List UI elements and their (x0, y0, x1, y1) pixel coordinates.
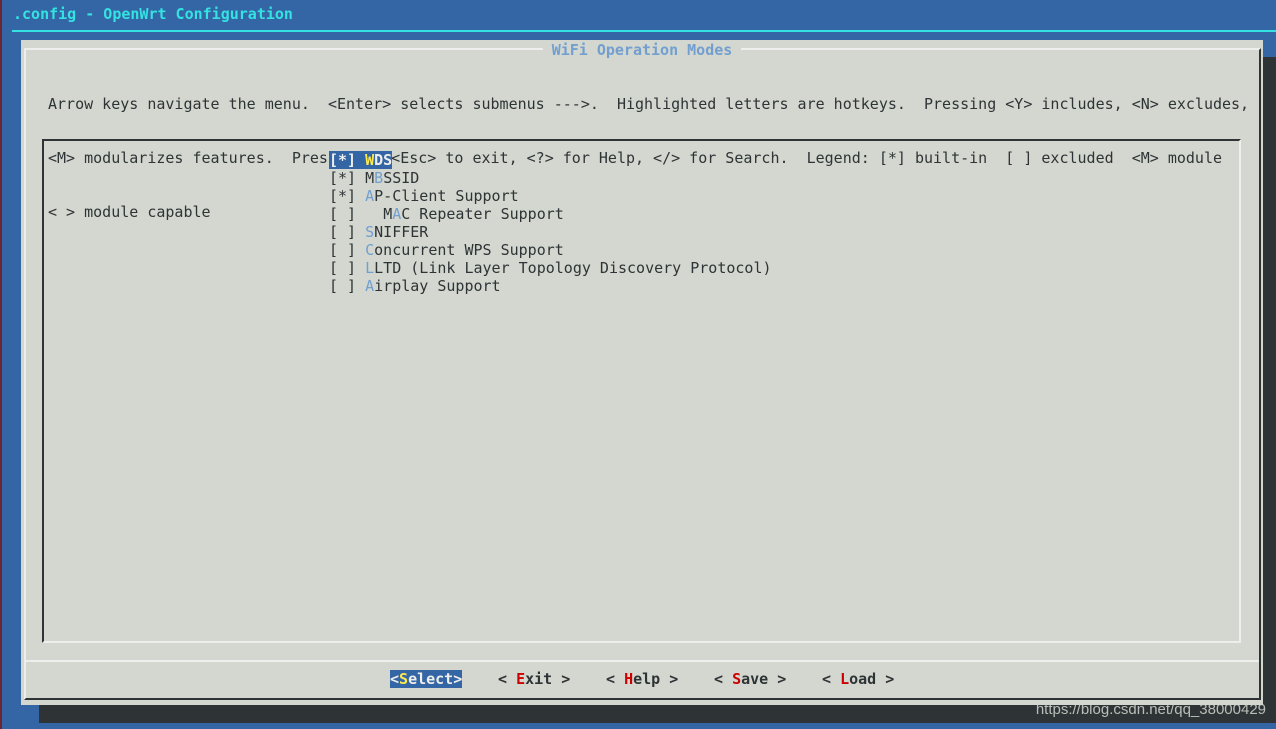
menu-item[interactable]: [ ] MAC Repeater Support (329, 205, 564, 223)
dialog: WiFi Operation Modes Arrow keys navigate… (21, 40, 1263, 705)
checkbox-state: [*] (329, 187, 357, 205)
label-rest: C Repeater Support (401, 205, 564, 223)
window-edge (0, 0, 2, 729)
menu-item-label: [ ] MAC Repeater Support (329, 205, 564, 223)
hotkey-letter: L (840, 670, 850, 688)
label-rest: SSID (383, 169, 420, 187)
label-prefix: M (383, 205, 393, 223)
hotkey-letter: E (516, 670, 526, 688)
hotkey-letter: B (374, 169, 384, 187)
menu-item-label: [*] MBSSID (329, 169, 419, 187)
menu-item-label: [*] WDS (329, 151, 393, 169)
button-bracket: < (390, 670, 400, 688)
hotkey-letter: S (399, 670, 409, 688)
checkbox-state: [ ] (329, 241, 357, 259)
button-bracket: < (822, 670, 841, 688)
menu-item[interactable]: [ ] Concurrent WPS Support (329, 241, 564, 259)
checkbox-state: [*] (329, 151, 357, 169)
hotkey-letter: A (392, 205, 402, 223)
label-rest: LTD (Link Layer Topology Discovery Proto… (374, 259, 772, 277)
menu-item[interactable]: [ ] SNIFFER (329, 223, 428, 241)
checkbox-state: [ ] (329, 223, 357, 241)
separator (26, 660, 1259, 662)
save-button[interactable]: < Save > (714, 670, 786, 688)
label-rest: P-Client Support (374, 187, 519, 205)
hotkey-letter: A (365, 187, 375, 205)
button-bracket: < (606, 670, 625, 688)
checkbox-state: [ ] (329, 259, 357, 277)
dialog-shadow-right (1263, 57, 1276, 723)
dialog-title-text: WiFi Operation Modes (542, 41, 742, 59)
button-label-rest: xit > (525, 670, 571, 688)
dialog-title: WiFi Operation Modes (21, 41, 1263, 59)
menu-item[interactable]: [*] AP-Client Support (329, 187, 519, 205)
button-label-rest: elect> (408, 670, 463, 688)
watermark: https://blog.csdn.net/qq_38000429 (1035, 701, 1266, 718)
menu-item[interactable]: [ ] Airplay Support (329, 277, 501, 295)
label-rest: irplay Support (374, 277, 501, 295)
title-underline (12, 30, 1276, 32)
label-rest: DS (374, 151, 393, 169)
button-bracket: < (498, 670, 517, 688)
hotkey-letter: H (624, 670, 634, 688)
checkbox-state: [ ] (329, 205, 357, 223)
hotkey-letter: L (365, 259, 375, 277)
button-label-rest: elp > (633, 670, 679, 688)
menu-item-label: [*] AP-Client Support (329, 187, 519, 205)
checkbox-state: [*] (329, 169, 357, 187)
menu-item-label: [ ] SNIFFER (329, 223, 428, 241)
hotkey-letter: S (732, 670, 742, 688)
button-bracket: < (714, 670, 733, 688)
hotkey-letter: W (365, 151, 375, 169)
hotkey-letter: C (365, 241, 375, 259)
menu-list: [*] WDS [*] MBSSID [*] AP-Client Support[ … (42, 139, 1241, 643)
load-button[interactable]: < Load > (822, 670, 894, 688)
hotkey-letter: A (365, 277, 375, 295)
menu-item-label: [ ] LLTD (Link Layer Topology Discovery … (329, 259, 772, 277)
menu-item-label: [ ] Concurrent WPS Support (329, 241, 564, 259)
menu-item[interactable]: [ ] LLTD (Link Layer Topology Discovery … (329, 259, 772, 277)
hotkey-letter: S (365, 223, 375, 241)
button-label-rest: oad > (849, 670, 895, 688)
exit-button[interactable]: < Exit > (498, 670, 570, 688)
menu-item[interactable]: [*] WDS (329, 151, 393, 169)
menu-item-label: [ ] Airplay Support (329, 277, 501, 295)
label-rest: oncurrent WPS Support (374, 241, 564, 259)
label-rest: NIFFER (374, 223, 429, 241)
menu-item[interactable]: [*] MBSSID (329, 169, 419, 187)
label-prefix: M (365, 169, 375, 187)
button-label-rest: ave > (741, 670, 787, 688)
checkbox-state: [ ] (329, 277, 357, 295)
help-line: Arrow keys navigate the menu. <Enter> se… (48, 95, 1250, 113)
select-button[interactable]: <Select> (390, 670, 463, 688)
help-button[interactable]: < Help > (606, 670, 678, 688)
window-title: .config - OpenWrt Configuration (13, 5, 293, 23)
